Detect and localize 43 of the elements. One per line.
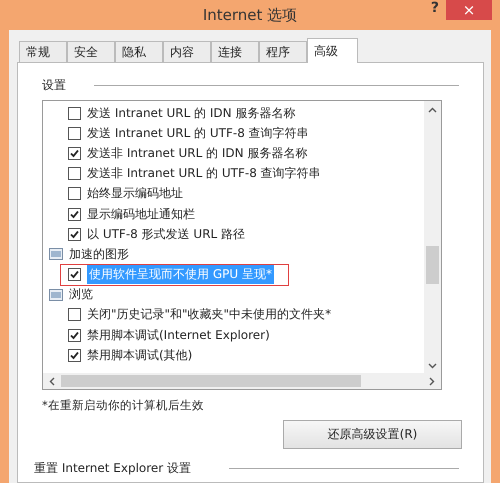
restore-button[interactable]: 还原高级设置(R) <box>283 420 462 449</box>
close-button[interactable]: × <box>446 0 492 20</box>
tab[interactable]: 常规 <box>19 41 67 62</box>
category-label: 加速的图形 <box>69 246 129 263</box>
tab[interactable]: 连接 <box>211 41 259 62</box>
option-label[interactable]: 禁用脚本调试(其他) <box>87 346 192 364</box>
option-label[interactable]: 显示编码地址通知栏 <box>87 206 195 223</box>
checkbox[interactable] <box>68 208 81 221</box>
option-label[interactable]: 发送非 Intranet URL 的 UTF-8 查询字符串 <box>87 165 321 182</box>
checkbox[interactable] <box>68 268 81 282</box>
section-heading: 设置 <box>42 77 66 94</box>
tab[interactable]: 安全 <box>67 41 115 62</box>
category-label: 浏览 <box>69 286 93 304</box>
scrollbar-thumb[interactable] <box>426 246 439 284</box>
horizontal-scrollbar[interactable] <box>43 373 441 389</box>
checkbox[interactable] <box>68 167 81 180</box>
checkbox[interactable] <box>68 228 81 241</box>
window-title: Internet 选项 <box>202 6 298 24</box>
tab[interactable]: 程序 <box>259 41 307 62</box>
folder-icon <box>49 288 63 301</box>
option-label[interactable]: 关闭"历史记录"和"收藏夹"中未使用的文件夹* <box>87 306 332 324</box>
folder-icon <box>49 248 63 260</box>
checkbox[interactable] <box>68 348 81 362</box>
tab[interactable]: 高级 <box>307 38 358 63</box>
option-label[interactable]: 发送 Intranet URL 的 IDN 服务器名称 <box>87 104 296 122</box>
checkbox[interactable] <box>68 106 81 120</box>
option-label[interactable]: 禁用脚本调试(Internet Explorer) <box>87 326 270 344</box>
checkbox[interactable] <box>68 187 81 200</box>
tab[interactable]: 内容 <box>163 41 211 62</box>
checkbox[interactable] <box>68 308 81 322</box>
footnote: *在重新启动你的计算机后生效 <box>42 398 205 413</box>
checkbox[interactable] <box>68 328 81 342</box>
checkbox[interactable] <box>68 146 81 160</box>
section-heading: 重置 Internet Explorer 设置 <box>34 460 192 477</box>
option-label[interactable]: 发送 Intranet URL 的 UTF-8 查询字符串 <box>87 124 309 142</box>
option-label[interactable]: 以 UTF-8 形式发送 URL 路径 <box>87 226 246 243</box>
option-label[interactable]: 发送非 Intranet URL 的 IDN 服务器名称 <box>87 144 308 162</box>
help-button[interactable]: ? <box>426 0 443 16</box>
scrollbar-thumb[interactable] <box>61 375 361 387</box>
tab[interactable]: 隐私 <box>115 41 163 62</box>
checkbox[interactable] <box>68 126 81 140</box>
vertical-scrollbar[interactable] <box>424 101 441 373</box>
option-label[interactable]: 始终显示编码地址 <box>87 185 183 202</box>
